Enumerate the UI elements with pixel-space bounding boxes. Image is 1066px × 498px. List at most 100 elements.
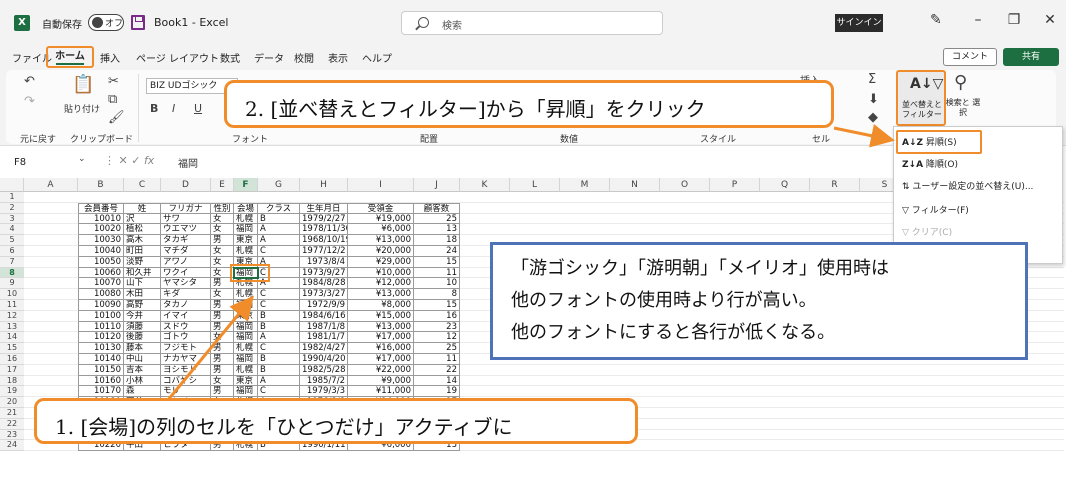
table-cell[interactable]: 10040 (78, 246, 124, 257)
row-header-17[interactable]: 17 (0, 364, 24, 376)
row-header-14[interactable]: 14 (0, 332, 24, 344)
table-cell[interactable]: 25 (414, 213, 460, 225)
table-cell[interactable]: 1979/2/27 (300, 213, 348, 225)
table-cell[interactable]: アワノ (161, 256, 211, 268)
row-header-6[interactable]: 6 (0, 246, 24, 257)
row-header-21[interactable]: 21 (0, 408, 24, 419)
column-header-O[interactable]: O (660, 178, 710, 192)
table-cell[interactable]: 福岡 (234, 386, 258, 398)
table-cell[interactable]: 東京 (234, 310, 258, 322)
table-cell[interactable]: 札幌 (234, 343, 258, 354)
column-header-C[interactable]: C (124, 178, 161, 192)
row-header-2[interactable]: 2 (0, 202, 24, 214)
table-cell[interactable]: フジモト (161, 343, 211, 354)
table-cell[interactable]: 会員番号 (78, 202, 124, 214)
paste-label[interactable]: 貼り付け (64, 102, 100, 115)
column-header-L[interactable]: L (510, 178, 560, 192)
table-cell[interactable]: 10050 (78, 256, 124, 268)
table-cell[interactable]: 生年月日 (300, 202, 348, 214)
table-cell[interactable]: C (258, 386, 300, 398)
table-cell[interactable]: 11 (414, 354, 460, 365)
table-cell[interactable]: 姓 (124, 202, 161, 214)
table-cell[interactable]: B (258, 354, 300, 365)
table-cell[interactable]: 24 (414, 246, 460, 257)
table-cell[interactable]: 1977/12/2 (300, 246, 348, 257)
table-cell[interactable]: ¥17,000 (348, 354, 414, 365)
table-cell[interactable]: B (258, 213, 300, 225)
table-cell[interactable]: 男 (211, 300, 234, 311)
table-cell[interactable]: 女 (211, 224, 234, 236)
table-cell[interactable]: 男 (211, 235, 234, 246)
table-cell[interactable]: 男 (211, 386, 234, 398)
autosum-icon[interactable]: Σ (868, 72, 876, 87)
tab-data[interactable]: データ (254, 50, 284, 65)
table-cell[interactable]: 19 (414, 386, 460, 398)
table-cell[interactable]: 10020 (78, 224, 124, 236)
row-header-23[interactable]: 23 (0, 429, 24, 441)
column-header-M[interactable]: M (560, 178, 610, 192)
row-header-13[interactable]: 13 (0, 321, 24, 333)
table-cell[interactable]: 中山 (124, 354, 161, 365)
chevron-down-icon[interactable]: ⌄ (78, 154, 86, 164)
table-cell[interactable]: 山下 (124, 278, 161, 290)
table-cell[interactable]: ヨシモト (161, 364, 211, 376)
table-cell[interactable]: 木田 (124, 289, 161, 300)
italic-icon[interactable]: I (172, 102, 175, 115)
column-header-D[interactable]: D (161, 178, 211, 192)
table-cell[interactable]: 東京 (234, 235, 258, 246)
table-cell[interactable]: 10120 (78, 332, 124, 344)
tab-review[interactable]: 校閲 (294, 50, 314, 65)
table-cell[interactable]: キダ (161, 289, 211, 300)
sort-descending-item[interactable]: Z↓A 降順(O) (902, 157, 958, 170)
table-cell[interactable]: 福岡 (234, 224, 258, 236)
table-cell[interactable]: 町田 (124, 246, 161, 257)
table-cell[interactable]: C (258, 343, 300, 354)
autosave-toggle[interactable]: オフ (88, 14, 124, 31)
table-cell[interactable]: 須藤 (124, 321, 161, 333)
table-cell[interactable]: A (258, 235, 300, 246)
table-cell[interactable]: 1972/9/9 (300, 300, 348, 311)
row-header-22[interactable]: 22 (0, 418, 24, 430)
table-cell[interactable]: B (258, 310, 300, 322)
table-cell[interactable]: ¥6,000 (348, 224, 414, 236)
table-cell[interactable]: ¥8,000 (348, 300, 414, 311)
table-cell[interactable]: 男 (211, 343, 234, 354)
table-cell[interactable]: スドウ (161, 321, 211, 333)
save-icon[interactable] (131, 15, 145, 30)
table-cell[interactable]: ¥11,000 (348, 386, 414, 398)
table-cell[interactable]: 受領金 (348, 202, 414, 214)
table-cell[interactable]: 東京 (234, 375, 258, 387)
column-header-B[interactable]: B (78, 178, 124, 192)
copy-icon[interactable]: ⧉ (108, 92, 117, 107)
row-header-19[interactable]: 19 (0, 386, 24, 398)
table-cell[interactable]: タカギ (161, 235, 211, 246)
table-cell[interactable]: ナカヤマ (161, 354, 211, 365)
table-cell[interactable]: 女 (211, 246, 234, 257)
minimize-button[interactable]: – (968, 12, 988, 28)
column-header-P[interactable]: P (710, 178, 760, 192)
underline-icon[interactable]: U (194, 102, 202, 115)
table-cell[interactable]: 福岡 (234, 354, 258, 365)
row-header-11[interactable]: 11 (0, 300, 24, 311)
table-cell[interactable]: 高木 (124, 235, 161, 246)
bold-icon[interactable]: B (150, 102, 158, 115)
column-header-A[interactable]: A (24, 178, 78, 192)
table-cell[interactable]: 男 (211, 354, 234, 365)
table-cell[interactable]: ¥13,000 (348, 321, 414, 333)
row-header-1[interactable]: 1 (0, 192, 24, 203)
table-cell[interactable]: 10150 (78, 364, 124, 376)
table-cell[interactable]: 14 (414, 375, 460, 387)
table-cell[interactable]: 吉本 (124, 364, 161, 376)
custom-sort-item[interactable]: ⇅ ユーザー設定の並べ替え(U)... (902, 179, 1033, 192)
format-painter-icon[interactable]: 🖌 (108, 110, 125, 125)
signin-button[interactable]: サインイン (835, 14, 883, 32)
table-cell[interactable]: 10080 (78, 289, 124, 300)
table-cell[interactable]: マチダ (161, 246, 211, 257)
table-cell[interactable]: イマイ (161, 310, 211, 322)
fx-icon[interactable]: ⋮ ✕ ✓ fx (104, 154, 154, 167)
tab-view[interactable]: 表示 (328, 50, 348, 65)
table-cell[interactable]: 16 (414, 310, 460, 322)
table-cell[interactable]: A (258, 375, 300, 387)
table-cell[interactable]: 1973/3/27 (300, 289, 348, 300)
table-cell[interactable]: B (258, 321, 300, 333)
